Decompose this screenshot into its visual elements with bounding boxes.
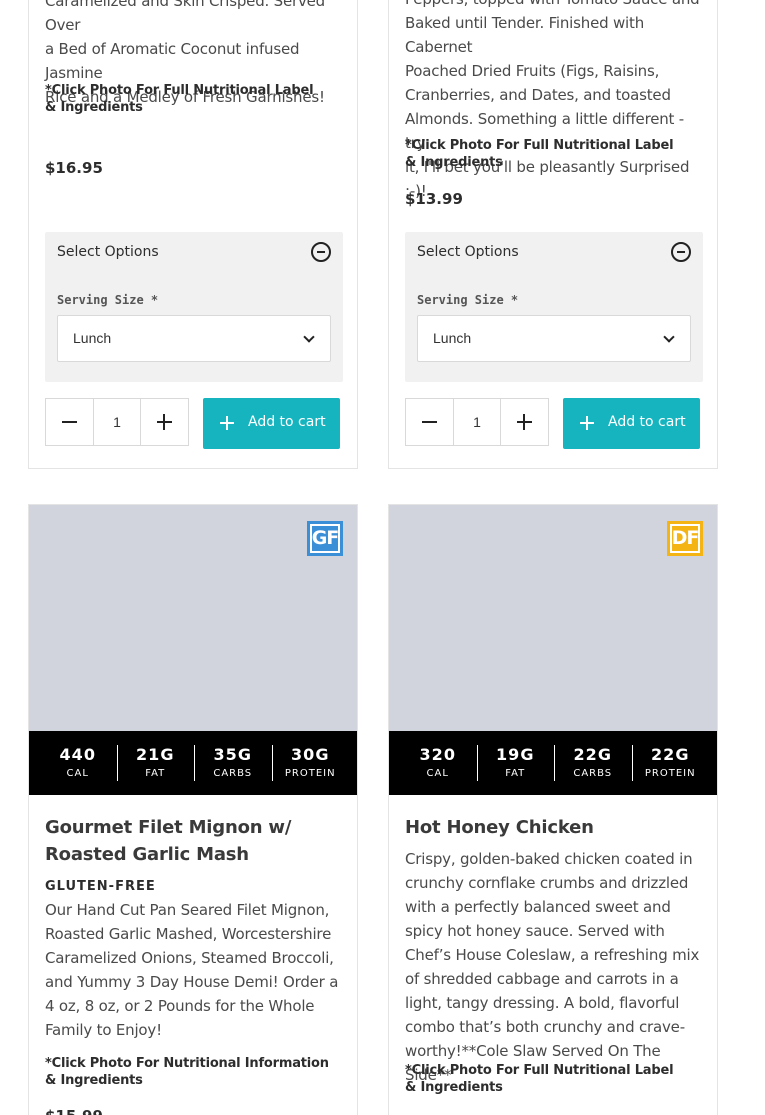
add-to-cart-label: Add to cart xyxy=(248,414,326,430)
nutrition-fat: 21G FAT xyxy=(116,745,195,795)
chevron-down-icon xyxy=(663,331,675,343)
decrease-quantity-button[interactable] xyxy=(46,399,93,445)
collapse-minus-icon[interactable] xyxy=(671,242,691,262)
product-title[interactable]: Hot Honey Chicken xyxy=(405,814,701,841)
nutrition-note: *Click Photo For Full Nutritional Label … xyxy=(405,1063,674,1095)
increase-quantity-button[interactable] xyxy=(141,399,188,445)
add-to-cart-label: Add to cart xyxy=(608,414,686,430)
product-price: $16.95 xyxy=(45,159,103,177)
select-options-panel: Select Options Serving Size * Lunch xyxy=(45,232,343,382)
product-card-1: Caramelized and Skin Crisped. Served Ove… xyxy=(28,0,358,469)
select-options-panel: Select Options Serving Size * Lunch xyxy=(405,232,703,382)
product-card-4: DF 320 CAL 19G FAT 22G CARBS 22G PROTEIN… xyxy=(388,504,718,1115)
nutrition-protein: 30G PROTEIN xyxy=(271,745,350,795)
nutrition-bar: 440 CAL 21G FAT 35G CARBS 30G PROTEIN xyxy=(29,731,357,795)
serving-size-value: Lunch xyxy=(73,330,112,346)
quantity-input[interactable]: 1 xyxy=(93,399,141,445)
product-photo[interactable]: GF xyxy=(29,505,357,731)
nutrition-note: *Click Photo For Full Nutritional Label … xyxy=(405,138,674,170)
nutrition-bar: 320 CAL 19G FAT 22G CARBS 22G PROTEIN xyxy=(389,731,717,795)
product-card-3: GF 440 CAL 21G FAT 35G CARBS 30G PROTEIN… xyxy=(28,504,358,1115)
quantity-stepper: 1 xyxy=(45,398,189,446)
gluten-free-badge-icon: GF xyxy=(307,521,343,556)
product-price: $15.99 xyxy=(45,1107,341,1115)
add-to-cart-button[interactable]: Add to cart xyxy=(563,398,700,449)
quantity-input[interactable]: 1 xyxy=(453,399,501,445)
select-options-title: Select Options xyxy=(57,244,159,260)
nutrition-calories: 320 CAL xyxy=(419,745,456,779)
quantity-stepper: 1 xyxy=(405,398,549,446)
product-title[interactable]: Gourmet Filet Mignon w/ Roasted Garlic M… xyxy=(45,814,341,868)
dairy-free-badge-icon: DF xyxy=(667,521,703,556)
serving-size-value: Lunch xyxy=(433,330,472,346)
nutrition-note: *Click Photo For Full Nutritional Label … xyxy=(45,83,314,115)
plus-icon xyxy=(220,416,234,430)
nutrition-calories: 440 CAL xyxy=(59,745,96,779)
add-to-cart-button[interactable]: Add to cart xyxy=(203,398,340,449)
product-description: Our Hand Cut Pan Seared Filet Mignon, Ro… xyxy=(45,901,339,1039)
nutrition-fat: 19G FAT xyxy=(476,745,555,795)
chevron-down-icon xyxy=(303,331,315,343)
collapse-minus-icon[interactable] xyxy=(311,242,331,262)
serving-size-label: Serving Size * xyxy=(57,293,159,307)
product-price: $13.99 xyxy=(405,190,463,208)
nutrition-carbs: 22G CARBS xyxy=(554,745,632,795)
product-description: Peppers, topped with Tomato Sauce and Ba… xyxy=(405,0,700,200)
diet-label: GLUTEN-FREE xyxy=(45,879,156,894)
product-card-2: Peppers, topped with Tomato Sauce and Ba… xyxy=(388,0,718,469)
decrease-quantity-button[interactable] xyxy=(406,399,453,445)
increase-quantity-button[interactable] xyxy=(501,399,548,445)
plus-icon xyxy=(580,416,594,430)
nutrition-note: *Click Photo For Nutritional Information… xyxy=(45,1056,329,1088)
product-description: Crispy, golden-baked chicken coated in c… xyxy=(405,850,700,1084)
select-options-title: Select Options xyxy=(417,244,519,260)
product-photo[interactable]: DF xyxy=(389,505,717,731)
nutrition-protein: 22G PROTEIN xyxy=(631,745,710,795)
nutrition-carbs: 35G CARBS xyxy=(194,745,272,795)
serving-size-select[interactable]: Lunch xyxy=(417,315,691,362)
serving-size-label: Serving Size * xyxy=(417,293,519,307)
serving-size-select[interactable]: Lunch xyxy=(57,315,331,362)
